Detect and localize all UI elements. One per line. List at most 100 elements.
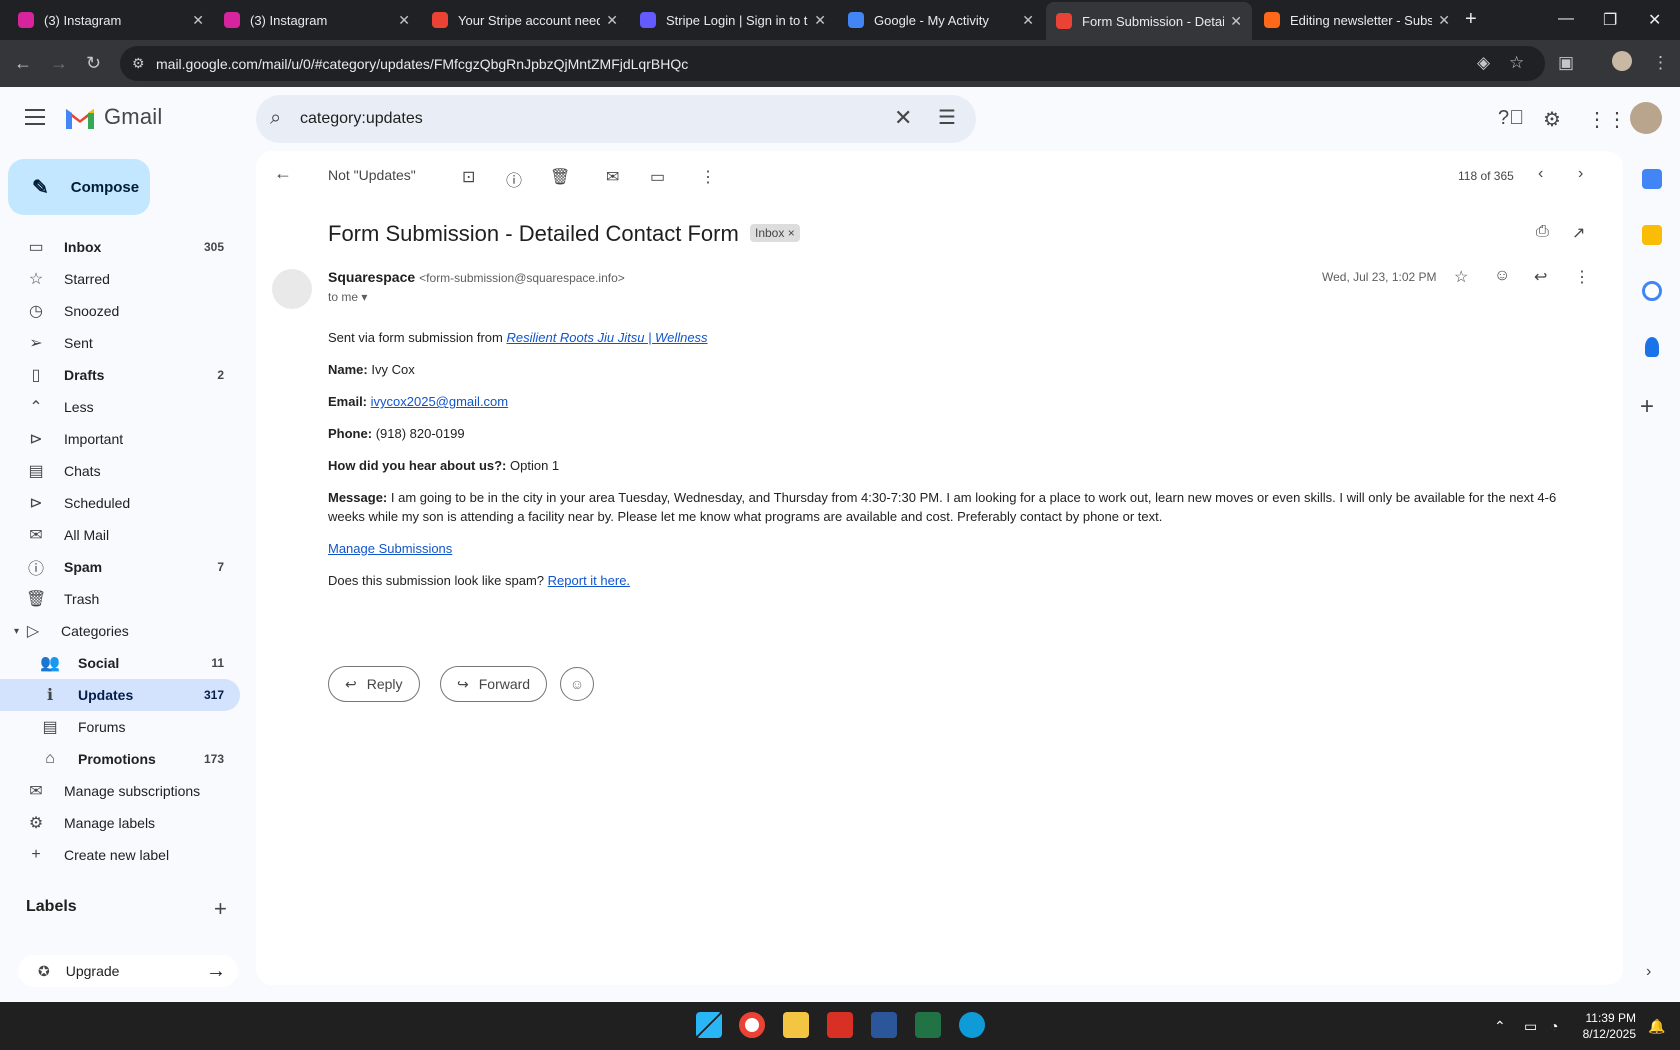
browser-menu-icon[interactable]: ⋮	[1652, 53, 1669, 73]
sender-name[interactable]: Squarespace	[328, 269, 415, 285]
bookmark-star-icon[interactable]: ☆	[1509, 53, 1524, 73]
minimize-icon[interactable]: —	[1558, 10, 1574, 28]
close-window-icon[interactable]: ✕	[1648, 10, 1661, 30]
back-to-list-icon[interactable]: ←	[274, 163, 292, 184]
star-message-icon[interactable]: ☆	[1454, 267, 1468, 287]
sidebar-item-promotions[interactable]: ⌂ Promotions 173	[0, 743, 240, 775]
search-input[interactable]: category:updates	[300, 110, 423, 128]
archive-icon[interactable]: ⊡	[462, 167, 475, 187]
sidebar-item-spam[interactable]: ⓘ Spam 7	[0, 551, 240, 583]
system-clock[interactable]: 11:39 PM 8/12/2025	[1578, 1010, 1636, 1042]
sidebar-item-updates[interactable]: ℹ Updates 317	[0, 679, 240, 711]
back-icon[interactable]: ←	[14, 53, 32, 74]
main-menu-icon[interactable]	[25, 109, 45, 130]
sidebar-item-inbox[interactable]: ▭ Inbox 305	[0, 231, 240, 263]
add-addon-icon[interactable]: +	[1640, 393, 1654, 421]
expand-arrow-icon[interactable]: ▾	[14, 626, 19, 637]
compose-button[interactable]: ✎ Compose	[8, 159, 150, 215]
message-more-icon[interactable]: ⋮	[1574, 267, 1590, 287]
account-avatar[interactable]	[1630, 102, 1662, 134]
expand-panel-icon[interactable]: ›	[1646, 963, 1651, 981]
side-panel-icon[interactable]: ▣	[1558, 53, 1574, 73]
search-options-icon[interactable]: ☰	[938, 105, 956, 130]
browser-tab[interactable]: Stripe Login | Sign in to the ✕	[630, 6, 836, 34]
sidebar-item-manage-labels[interactable]: ⚙ Manage labels	[0, 807, 240, 839]
sidebar-item-scheduled[interactable]: ⊳ Scheduled	[0, 487, 240, 519]
close-tab-icon[interactable]: ✕	[1438, 12, 1450, 29]
tasks-icon[interactable]	[1642, 281, 1662, 301]
new-tab-button[interactable]: +	[1465, 8, 1477, 31]
sidebar-item-starred[interactable]: ☆ Starred	[0, 263, 240, 295]
move-to-icon[interactable]: ▭	[650, 167, 665, 187]
apps-grid-icon[interactable]: ⋮⋮	[1587, 107, 1627, 132]
open-new-window-icon[interactable]: ↗	[1572, 223, 1585, 243]
sidebar-item-manage-subscriptions[interactable]: ✉ Manage subscriptions	[0, 775, 240, 807]
newer-icon[interactable]: ‹	[1538, 165, 1543, 183]
source-link[interactable]: Resilient Roots Jiu Jitsu | Wellness	[506, 330, 707, 345]
sidebar-item-drafts[interactable]: ▯ Drafts 2	[0, 359, 240, 391]
search-bar[interactable]: ⌕ category:updates ✕ ☰	[256, 95, 976, 143]
close-tab-icon[interactable]: ✕	[398, 12, 410, 29]
settings-gear-icon[interactable]: ⚙	[1543, 107, 1561, 132]
network-icon[interactable]: ▭	[1524, 1018, 1537, 1035]
add-label-icon[interactable]: +	[214, 896, 227, 922]
sidebar-item-important[interactable]: ⊳ Important	[0, 423, 240, 455]
manage-submissions-link[interactable]: Manage Submissions	[328, 541, 452, 556]
tray-chevron-icon[interactable]: ⌃	[1494, 1018, 1506, 1035]
word-icon[interactable]	[871, 1012, 897, 1038]
forward-icon[interactable]: →	[50, 53, 68, 74]
emoji-reaction-button[interactable]: ☺	[560, 667, 594, 701]
print-icon[interactable]: ⎙	[1536, 223, 1549, 241]
extension-icon[interactable]: ◈	[1477, 53, 1490, 73]
report-spam-icon[interactable]: ⓘ	[506, 167, 522, 191]
field-value-link[interactable]: ivycox2025@gmail.com	[371, 394, 508, 409]
forward-button[interactable]: ↪ Forward	[440, 666, 548, 702]
keep-icon[interactable]	[1642, 225, 1662, 245]
browser-tab[interactable]: Your Stripe account needs ✕	[422, 6, 628, 34]
more-options-icon[interactable]: ⋮	[700, 167, 716, 187]
reply-button[interactable]: ↩ Reply	[328, 666, 420, 702]
browser-tab[interactable]: Editing newsletter - Substack ✕	[1254, 6, 1460, 34]
sidebar-item-social[interactable]: 👥 Social 11	[0, 647, 240, 679]
sidebar-item-sent[interactable]: ➢ Sent	[0, 327, 240, 359]
emoji-react-icon[interactable]: ☺	[1494, 267, 1510, 285]
browser-tab[interactable]: (3) Instagram ✕	[8, 6, 214, 34]
report-link[interactable]: Report it here.	[548, 573, 630, 588]
reload-icon[interactable]: ↻	[86, 53, 101, 74]
browser-tab[interactable]: Google - My Activity ✕	[838, 6, 1044, 34]
upgrade-button[interactable]: ✪ Upgrade →	[18, 955, 238, 987]
edge-icon[interactable]	[959, 1012, 985, 1038]
gmail-logo[interactable]: Gmail	[64, 104, 162, 130]
volume-icon[interactable]: ◔	[1550, 1018, 1558, 1034]
acrobat-icon[interactable]	[827, 1012, 853, 1038]
close-tab-icon[interactable]: ✕	[192, 12, 204, 29]
sidebar-item-all-mail[interactable]: ✉ All Mail	[0, 519, 240, 551]
remove-label-icon[interactable]: ×	[788, 226, 795, 240]
sidebar-item-categories[interactable]: ▾ ▷ Categories	[0, 615, 240, 647]
delete-icon[interactable]: 🗑	[550, 167, 570, 187]
search-icon[interactable]: ⌕	[270, 107, 281, 130]
close-tab-icon[interactable]: ✕	[1230, 13, 1242, 30]
sidebar-item-create-new-label[interactable]: + Create new label	[0, 839, 240, 871]
close-tab-icon[interactable]: ✕	[606, 12, 618, 29]
inbox-label-chip[interactable]: Inbox ×	[750, 224, 800, 242]
reply-icon[interactable]: ↩	[1534, 267, 1547, 287]
mark-unread-icon[interactable]: ✉	[606, 167, 619, 187]
site-info-icon[interactable]: ⚙	[132, 55, 145, 72]
older-icon[interactable]: ›	[1578, 165, 1583, 183]
browser-tab[interactable]: (3) Instagram ✕	[214, 6, 420, 34]
profile-avatar[interactable]	[1612, 51, 1632, 71]
file-explorer-icon[interactable]	[783, 1012, 809, 1038]
help-icon[interactable]: ?⃝	[1498, 107, 1524, 130]
excel-icon[interactable]	[915, 1012, 941, 1038]
sidebar-item-less[interactable]: ⌃ Less	[0, 391, 240, 423]
calendar-icon[interactable]	[1642, 169, 1662, 189]
sidebar-item-forums[interactable]: ▤ Forums	[0, 711, 240, 743]
sidebar-item-trash[interactable]: 🗑 Trash	[0, 583, 240, 615]
sidebar-item-chats[interactable]: ▤ Chats	[0, 455, 240, 487]
chrome-icon[interactable]	[739, 1012, 765, 1038]
recipients-toggle[interactable]: to me ▾	[328, 290, 367, 304]
sidebar-item-snoozed[interactable]: ◷ Snoozed	[0, 295, 240, 327]
close-tab-icon[interactable]: ✕	[1022, 12, 1034, 29]
contacts-icon[interactable]	[1645, 337, 1659, 357]
